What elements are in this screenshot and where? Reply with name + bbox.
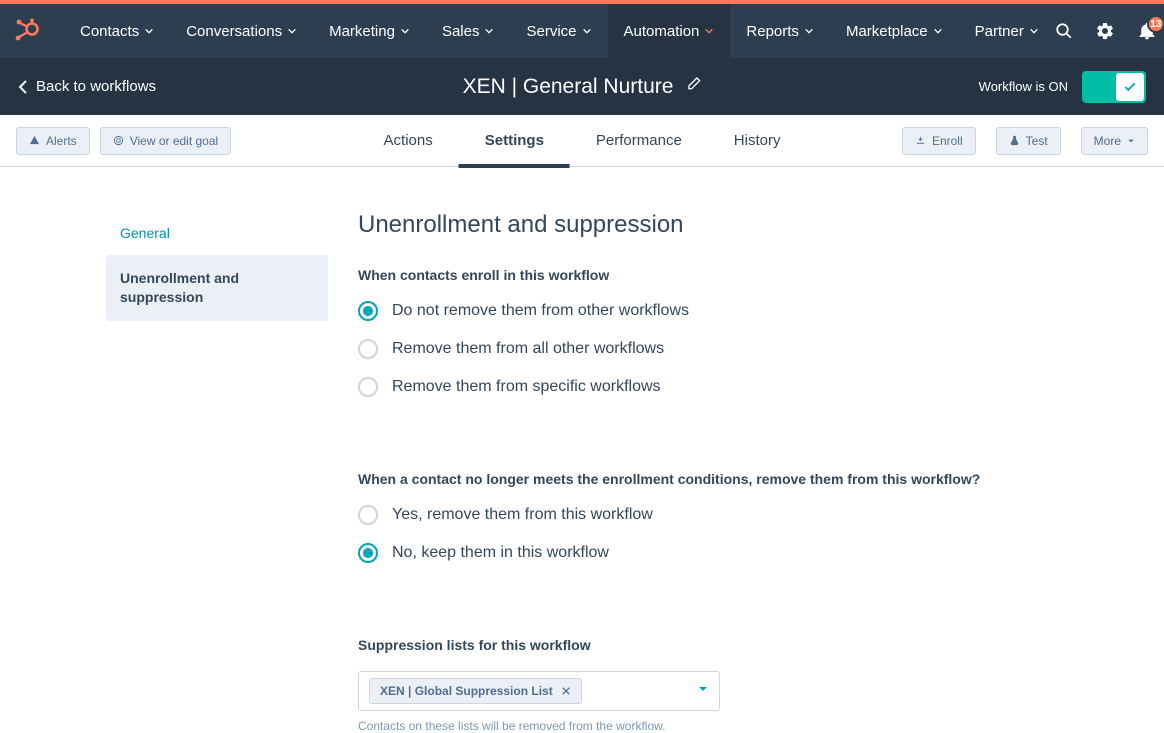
nav-item-contacts[interactable]: Contacts [64, 4, 170, 58]
enroll-label: Enroll [932, 134, 963, 148]
tab-actions[interactable]: Actions [358, 115, 459, 167]
tab-history[interactable]: History [708, 115, 807, 167]
workflow-title: XEN | General Nurture [463, 75, 674, 99]
select-caret-icon [697, 682, 709, 700]
enroll-behavior-option-1[interactable]: Remove them from all other workflows [358, 339, 1104, 359]
chevron-down-icon [1029, 26, 1039, 36]
radio-icon [358, 505, 378, 525]
page-heading: Unenrollment and suppression [358, 211, 1104, 239]
radio-icon [358, 301, 378, 321]
settings-main: Unenrollment and suppression When contac… [326, 211, 1164, 733]
workflow-status-text: Workflow is ON [979, 79, 1068, 94]
nav-item-marketplace[interactable]: Marketplace [830, 4, 959, 58]
sidebar-item-general[interactable]: General [106, 211, 326, 255]
chevron-down-icon [704, 26, 714, 36]
chip-remove-icon[interactable] [561, 684, 571, 699]
enroll-question-label: When contacts enroll in this workflow [358, 267, 1104, 283]
alerts-button[interactable]: Alerts [16, 127, 90, 155]
workflow-tabs: ActionsSettingsPerformanceHistory [358, 115, 807, 167]
suppression-list-chip: XEN | Global Suppression List [369, 678, 582, 704]
chevron-down-icon [287, 26, 297, 36]
nav-item-reports[interactable]: Reports [730, 4, 830, 58]
nav-item-marketing[interactable]: Marketing [313, 4, 426, 58]
alerts-label: Alerts [46, 134, 77, 148]
chevron-down-icon [400, 26, 410, 36]
edit-title-pencil-icon[interactable] [685, 76, 701, 97]
radio-icon [358, 377, 378, 397]
sidebar-item-unenrollment[interactable]: Unenrollment and suppression [106, 255, 328, 321]
nav-item-label: Service [526, 23, 576, 40]
nav-item-label: Reports [746, 23, 799, 40]
tab-settings[interactable]: Settings [459, 115, 570, 167]
suppression-list-select[interactable]: XEN | Global Suppression List [358, 671, 720, 711]
unenroll-question-label: When a contact no longer meets the enrol… [358, 471, 1104, 487]
action-bar: Alerts View or edit goal ActionsSettings… [0, 115, 1164, 167]
radio-icon [358, 339, 378, 359]
radio-label: Remove them from all other workflows [392, 340, 664, 358]
enroll-behavior-option-2[interactable]: Remove them from specific workflows [358, 377, 1104, 397]
nav-item-partner[interactable]: Partner [959, 4, 1055, 58]
test-label: Test [1026, 134, 1048, 148]
main-nav: Contacts Conversations Marketing Sales Servi… [0, 4, 1164, 58]
back-to-workflows-link[interactable]: Back to workflows [18, 78, 156, 95]
nav-item-label: Marketing [329, 23, 395, 40]
radio-label: Yes, remove them from this workflow [392, 506, 653, 524]
chevron-down-icon [582, 26, 592, 36]
nav-item-conversations[interactable]: Conversations [170, 4, 313, 58]
notifications-bell-icon[interactable]: 13 [1137, 21, 1157, 41]
unenroll-behavior-option-1[interactable]: No, keep them in this workflow [358, 543, 1104, 563]
nav-item-sales[interactable]: Sales [426, 4, 511, 58]
content-area: General Unenrollment and suppression Une… [0, 167, 1164, 733]
nav-item-label: Partner [975, 23, 1024, 40]
nav-item-label: Marketplace [846, 23, 928, 40]
back-label: Back to workflows [36, 78, 156, 95]
suppression-lists-label: Suppression lists for this workflow [358, 637, 1104, 653]
view-edit-goal-button[interactable]: View or edit goal [100, 127, 232, 155]
unenroll-behavior-option-0[interactable]: Yes, remove them from this workflow [358, 505, 1104, 525]
nav-item-label: Contacts [80, 23, 139, 40]
nav-item-label: Conversations [186, 23, 282, 40]
radio-label: No, keep them in this workflow [392, 544, 609, 562]
hubspot-logo-icon[interactable] [14, 18, 40, 44]
settings-gear-icon[interactable] [1095, 21, 1115, 41]
radio-icon [358, 543, 378, 563]
chevron-down-icon [933, 26, 943, 36]
nav-item-label: Automation [624, 23, 700, 40]
more-button[interactable]: More [1081, 127, 1148, 155]
search-icon[interactable] [1055, 22, 1073, 40]
workflow-on-toggle[interactable] [1082, 71, 1146, 103]
more-label: More [1094, 134, 1121, 148]
nav-items: Contacts Conversations Marketing Sales Servi… [64, 4, 1055, 58]
test-button[interactable]: Test [996, 127, 1061, 155]
suppression-help-text: Contacts on these lists will be removed … [358, 719, 1104, 733]
workflow-header: Back to workflows XEN | General Nurture … [0, 58, 1164, 115]
toggle-handle [1116, 73, 1144, 101]
settings-sidebar: General Unenrollment and suppression [0, 211, 326, 733]
nav-item-automation[interactable]: Automation [608, 4, 731, 58]
nav-item-label: Sales [442, 23, 480, 40]
chevron-down-icon [804, 26, 814, 36]
enroll-button[interactable]: Enroll [902, 127, 976, 155]
chevron-down-icon [484, 26, 494, 36]
nav-item-service[interactable]: Service [510, 4, 607, 58]
radio-label: Remove them from specific workflows [392, 378, 661, 396]
goal-label: View or edit goal [130, 134, 219, 148]
notification-badge: 13 [1147, 15, 1164, 33]
chip-label: XEN | Global Suppression List [380, 684, 553, 698]
radio-label: Do not remove them from other workflows [392, 302, 689, 320]
chevron-down-icon [144, 26, 154, 36]
tab-performance[interactable]: Performance [570, 115, 708, 167]
enroll-behavior-option-0[interactable]: Do not remove them from other workflows [358, 301, 1104, 321]
